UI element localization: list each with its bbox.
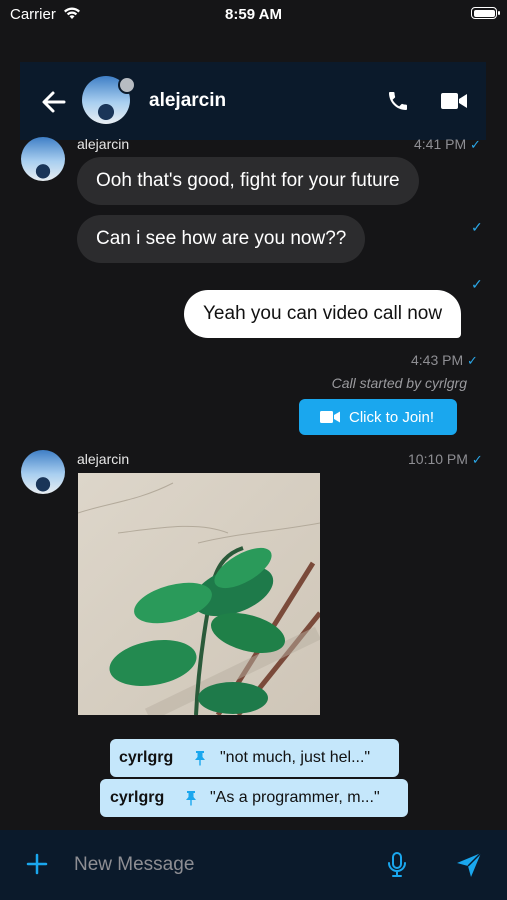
sender-name: alejarcin	[77, 451, 130, 467]
clock-time: 8:59 AM	[225, 6, 282, 23]
message-input[interactable]	[64, 848, 384, 882]
read-check-icon: ✓	[467, 353, 478, 368]
sender-avatar[interactable]	[21, 137, 65, 181]
message-time: 4:41 PM ✓	[414, 136, 481, 153]
pinned-message[interactable]: cyrlgrg "As a programmer, m..."	[100, 779, 408, 817]
call-started-text: Call started by cyrlgrg	[331, 375, 467, 391]
message-text: Ooh that's good, fight for your future	[96, 170, 400, 191]
pinned-text: "not much, just hel..."	[220, 749, 371, 766]
video-camera-icon	[320, 411, 340, 423]
time-label: 4:41 PM	[414, 136, 467, 152]
sender-name: alejarcin	[77, 136, 130, 152]
presence-indicator	[118, 76, 136, 94]
back-arrow-icon[interactable]	[40, 88, 68, 116]
sender-avatar[interactable]	[21, 450, 65, 494]
message-time: 10:10 PM ✓	[408, 451, 483, 468]
message-time: 4:43 PM ✓	[411, 352, 478, 369]
pin-icon	[186, 791, 196, 806]
read-check-icon: ✓	[471, 219, 483, 235]
phone-icon[interactable]	[386, 89, 410, 113]
read-check-icon: ✓	[471, 452, 483, 467]
plus-icon[interactable]	[25, 852, 49, 876]
read-check-icon: ✓	[470, 137, 481, 152]
pinned-user: cyrlgrg	[119, 749, 174, 766]
send-icon[interactable]	[456, 852, 482, 878]
read-check-icon: ✓	[471, 276, 483, 292]
message-bubble[interactable]: Ooh that's good, fight for your future	[77, 157, 419, 205]
status-bar: Carrier 8:59 AM	[0, 0, 507, 30]
microphone-icon[interactable]	[387, 852, 407, 878]
video-camera-icon[interactable]	[441, 92, 467, 110]
battery-icon	[471, 7, 500, 19]
pinned-text: "As a programmer, m..."	[210, 789, 380, 806]
join-call-label: Click to Join!	[349, 409, 435, 426]
pin-icon	[195, 751, 205, 766]
plant-photo	[78, 473, 320, 715]
chat-header: alejarcin	[20, 62, 486, 140]
pinned-message[interactable]: cyrlgrg "not much, just hel..."	[110, 739, 399, 777]
join-call-button[interactable]: Click to Join!	[299, 399, 457, 435]
message-bubble-outgoing[interactable]: Yeah you can video call now	[184, 290, 462, 338]
message-text: Yeah you can video call now	[203, 303, 443, 324]
contact-name[interactable]: alejarcin	[149, 90, 226, 112]
message-text: Can i see how are you now??	[96, 228, 347, 249]
message-composer	[0, 830, 507, 900]
message-bubble[interactable]: Can i see how are you now??	[77, 215, 366, 263]
pinned-user: cyrlgrg	[110, 789, 165, 806]
image-attachment[interactable]	[78, 473, 320, 715]
time-label: 4:43 PM	[411, 352, 464, 368]
time-label: 10:10 PM	[408, 451, 468, 467]
